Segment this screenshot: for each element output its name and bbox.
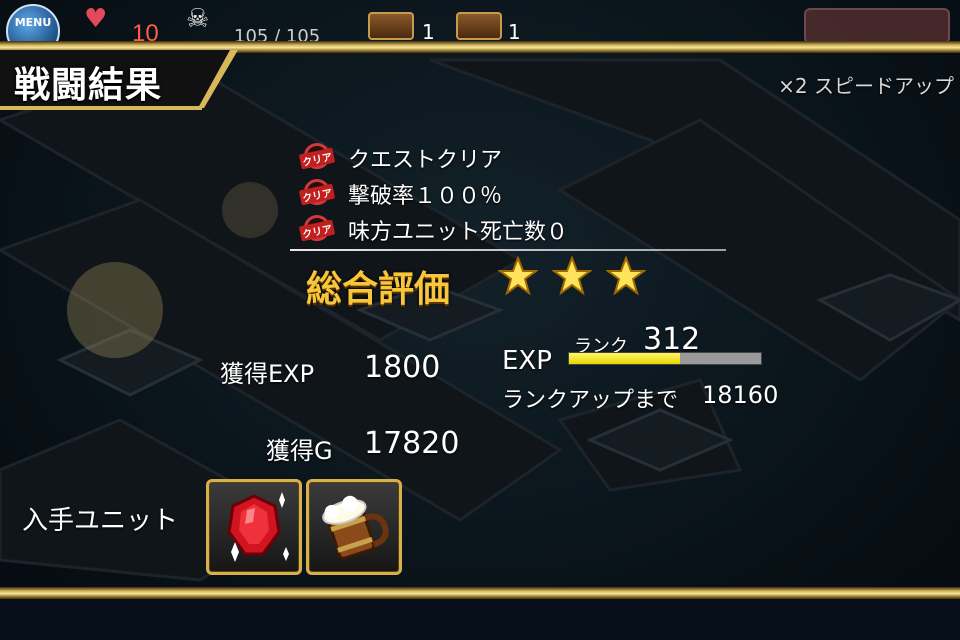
exp-progress-fill <box>569 353 681 364</box>
skull-icon: ☠ <box>186 4 210 34</box>
result-title: 戦闘結果 <box>14 65 163 106</box>
star-icon <box>498 256 538 296</box>
rank-up-label: ランクアップまで <box>502 388 679 413</box>
mission-text: 撃破率１００％ <box>348 184 503 209</box>
exp-progress-bar <box>568 352 762 365</box>
rating-stars <box>498 256 646 296</box>
gold-gain-label: 獲得G <box>266 437 333 465</box>
ruby-gem-icon <box>227 492 289 562</box>
clear-badge-icon: クリア <box>298 177 336 211</box>
star-icon <box>552 256 592 296</box>
mission-item: クリア 味方ユニット死亡数０ <box>298 212 569 248</box>
exp-title: EXP <box>502 346 552 376</box>
mission-item: クリア クエストクリア <box>298 140 568 176</box>
beer-mug-icon <box>322 495 389 560</box>
bottom-bar <box>0 599 960 640</box>
rank-up-value: 18160 <box>702 381 779 409</box>
star-icon <box>606 256 646 296</box>
heart-icon: ♥ <box>84 4 108 34</box>
exp-gain-label: 獲得EXP <box>220 360 315 388</box>
exp-gain-value: 1800 <box>364 350 441 385</box>
mission-text: 味方ユニット死亡数０ <box>348 220 569 245</box>
clear-badge-icon: クリア <box>298 141 336 175</box>
mission-item: クリア 撃破率１００％ <box>298 176 568 212</box>
menu-label: MENU <box>14 16 52 29</box>
top-hud: MENU ♥ 10 ☠ 105 / 105 1 1 <box>0 0 960 58</box>
result-frame-bottom <box>0 587 960 599</box>
unit-slot-ruby[interactable] <box>206 479 302 575</box>
treasure-chest-icon <box>368 12 414 40</box>
clear-badge-icon: クリア <box>298 213 336 247</box>
speed-toggle-button[interactable] <box>804 8 950 44</box>
treasure-chest-icon <box>456 12 502 40</box>
gold-gain-value: 17820 <box>364 426 460 461</box>
speed-up-label: ×2 スピードアップ <box>778 74 954 98</box>
divider <box>290 249 726 251</box>
mission-list: クリア クエストクリア クリア 撃破率１００％ クリア 味方ユニット死亡数０ <box>298 140 569 248</box>
overall-rating-label: 総合評価 <box>306 269 451 310</box>
obtained-units-label: 入手ユニット <box>22 506 179 536</box>
mission-text: クエストクリア <box>348 148 503 173</box>
unit-slot-mug[interactable] <box>306 479 402 575</box>
